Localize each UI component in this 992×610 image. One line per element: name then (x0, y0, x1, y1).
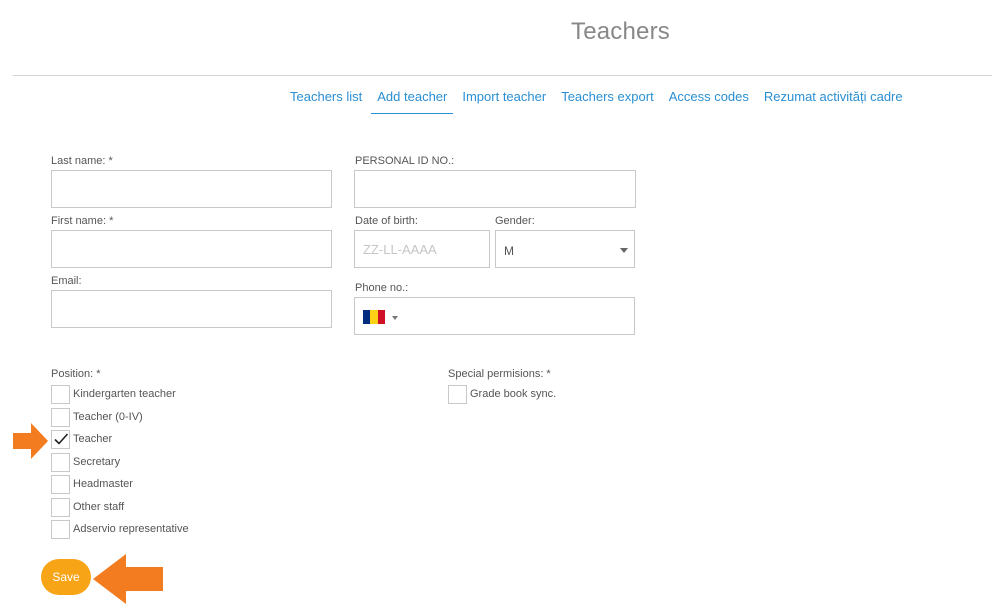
arrow-icon (13, 423, 48, 459)
romania-flag-icon[interactable] (363, 310, 385, 324)
chevron-down-icon (620, 248, 628, 253)
personal-id-field[interactable] (354, 170, 636, 208)
save-button[interactable]: Save (41, 559, 91, 595)
gender-label: Gender: (495, 215, 535, 227)
checkbox-label: Other staff (73, 501, 125, 513)
tab-access-codes[interactable]: Access codes (663, 89, 755, 114)
tab-import-teacher[interactable]: Import teacher (456, 89, 552, 114)
tab-add-teacher[interactable]: Add teacher (371, 89, 454, 114)
tab-rezumat-activitati-cadre[interactable]: Rezumat activități cadre (758, 89, 909, 114)
page-title: Teachers (571, 18, 670, 45)
gender-selected-value: M (504, 244, 514, 258)
checkbox[interactable] (51, 474, 70, 494)
position-label: Position: * (51, 368, 101, 380)
checkbox[interactable] (51, 519, 70, 539)
last-name-label: Last name: * (51, 155, 113, 167)
checkbox-label: Kindergarten teacher (73, 388, 176, 400)
position-option-teacher-0-iv[interactable]: Teacher (0-IV) (51, 407, 143, 427)
date-of-birth-label: Date of birth: (355, 215, 418, 227)
checkbox-label: Teacher (73, 433, 113, 445)
position-option-secretary[interactable]: Secretary (51, 452, 120, 472)
teacher-tabs: Teachers list Add teacher Import teacher… (284, 89, 912, 115)
checkbox-label: Headmaster (73, 478, 133, 490)
position-option-adservio-representative[interactable]: Adservio representative (51, 519, 189, 539)
tab-teachers-export[interactable]: Teachers export (555, 89, 660, 114)
last-name-field[interactable] (51, 170, 332, 208)
personal-id-label: PERSONAL ID NO.: (355, 155, 455, 167)
checkbox-label: Teacher (0-IV) (73, 411, 143, 423)
gender-select[interactable]: M (495, 230, 635, 268)
special-permissions-label: Special permisions: * (448, 368, 551, 380)
checkbox[interactable] (51, 407, 70, 427)
email-field[interactable] (51, 290, 332, 328)
checkbox-label: Grade book sync. (470, 388, 557, 400)
position-option-teacher[interactable]: Teacher (51, 429, 112, 449)
date-of-birth-field[interactable] (354, 230, 490, 268)
phone-label: Phone no.: (355, 282, 409, 294)
chevron-down-icon[interactable] (392, 316, 398, 320)
checkmark-icon (54, 432, 69, 445)
position-option-kindergarten-teacher[interactable]: Kindergarten teacher (51, 384, 176, 404)
checkbox[interactable] (51, 497, 70, 517)
position-option-headmaster[interactable]: Headmaster (51, 474, 133, 494)
checkbox[interactable] (448, 384, 467, 404)
checkbox[interactable] (51, 452, 70, 472)
header-divider (13, 75, 992, 76)
checkbox-label: Adservio representative (73, 523, 189, 535)
arrow-icon (93, 554, 163, 604)
tab-teachers-list[interactable]: Teachers list (284, 89, 368, 114)
permission-option-grade-book-sync[interactable]: Grade book sync. (448, 384, 556, 404)
checkbox[interactable] (51, 384, 70, 404)
email-label: Email: (51, 275, 82, 287)
checkbox-checked[interactable] (51, 429, 70, 449)
checkbox-label: Secretary (73, 456, 121, 468)
position-option-other-staff[interactable]: Other staff (51, 497, 124, 517)
first-name-field[interactable] (51, 230, 332, 268)
first-name-label: First name: * (51, 215, 114, 227)
phone-field[interactable] (354, 297, 635, 335)
